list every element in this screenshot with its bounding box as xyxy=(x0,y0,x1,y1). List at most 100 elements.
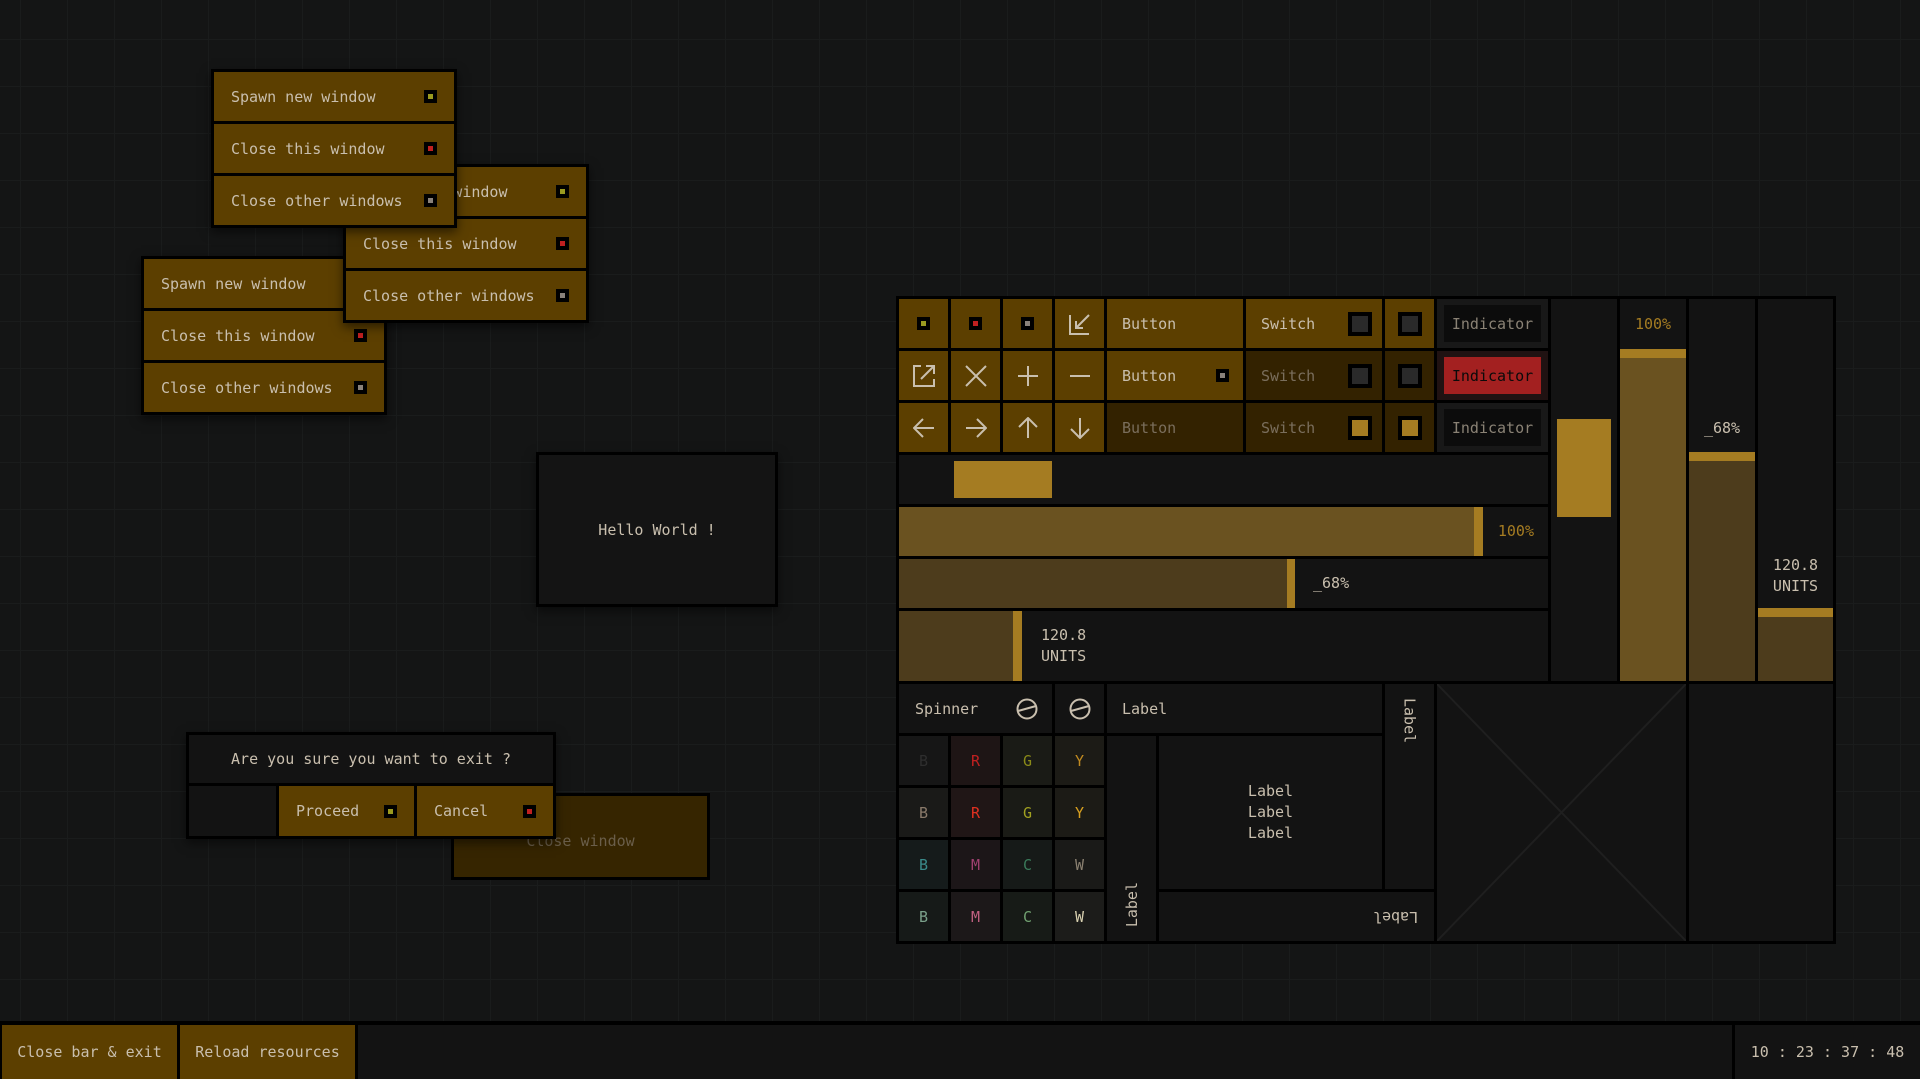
color-swatch-letter: B xyxy=(918,751,929,770)
progress-bar-units: 120.8 UNITS xyxy=(899,611,1548,681)
indicator-1: Indicator xyxy=(1437,299,1548,348)
color-swatch: W xyxy=(1055,892,1104,941)
vertical-slider[interactable] xyxy=(1551,299,1617,681)
color-swatch: C xyxy=(1003,840,1052,889)
progress-fill xyxy=(1758,608,1833,681)
status-dot-icon xyxy=(354,329,367,342)
switch-3-box xyxy=(1348,415,1372,440)
minus-button[interactable] xyxy=(1055,351,1104,400)
image-placeholder xyxy=(1437,684,1686,941)
checkbox-3-box xyxy=(1397,415,1422,440)
close-bar-button[interactable]: Close bar & exit xyxy=(2,1025,177,1079)
multi-label-cell: Label Label Label xyxy=(1159,736,1382,889)
placeholder-cross-icon xyxy=(1437,684,1686,941)
plus-button[interactable] xyxy=(1003,351,1052,400)
vertical-bar-68: _68% xyxy=(1689,299,1755,681)
color-swatch-letter: Y xyxy=(1074,751,1085,770)
button-3-label: Button xyxy=(1122,418,1177,437)
color-swatch-letter: B xyxy=(918,803,929,822)
progress-value: 120.8 UNITS xyxy=(1758,555,1833,597)
status-dot-icon xyxy=(556,185,569,198)
slider-thumb[interactable] xyxy=(1557,419,1611,518)
checkbox-3[interactable] xyxy=(1385,403,1434,452)
progress-fill xyxy=(1689,451,1755,681)
button-3[interactable]: Button xyxy=(1107,403,1243,452)
indicator-red-icon xyxy=(969,317,982,330)
progress-value: 120.8 UNITS xyxy=(1041,625,1086,667)
button-2[interactable]: Button xyxy=(1107,351,1243,400)
progress-unit: UNITS xyxy=(1041,647,1087,665)
color-swatch-letter: R xyxy=(970,751,981,770)
switch-3[interactable]: Switch xyxy=(1246,403,1382,452)
menu-item[interactable]: Spawn new window xyxy=(214,72,454,121)
arrow-right-button[interactable] xyxy=(951,403,1000,452)
checkbox-1[interactable] xyxy=(1385,299,1434,348)
indicator-2: Indicator xyxy=(1437,351,1548,400)
dialog-message-text: Are you sure you want to exit ? xyxy=(231,750,511,768)
progress-text: 100% xyxy=(1497,522,1534,540)
label-line: Label xyxy=(1247,803,1294,821)
color-swatch-letter: W xyxy=(1074,855,1085,874)
color-swatch-letter: W xyxy=(1074,907,1085,926)
vertical-bar-units: 120.8 UNITS xyxy=(1758,299,1833,681)
close-button[interactable] xyxy=(951,351,1000,400)
menu-item[interactable]: Close other windows xyxy=(214,176,454,225)
arrow-right-icon xyxy=(965,417,987,438)
progress-text: _68% xyxy=(1703,419,1741,437)
clock-text: 10 : 23 : 37 : 48 xyxy=(1750,1043,1905,1061)
dot-button-red[interactable] xyxy=(951,299,1000,348)
spinner: Spinner xyxy=(899,684,1052,733)
progress-unit: UNITS xyxy=(1772,577,1819,595)
arrow-in-button[interactable] xyxy=(1055,299,1104,348)
proceed-button[interactable]: Proceed xyxy=(279,786,414,836)
switch-1-box xyxy=(1348,311,1372,336)
switch-1[interactable]: Switch xyxy=(1246,299,1382,348)
label-text: Label xyxy=(1122,699,1168,718)
menu-item-label: Close other windows xyxy=(231,191,403,210)
color-swatch: W xyxy=(1055,840,1104,889)
color-swatch: C xyxy=(1003,892,1052,941)
color-swatch-letter: R xyxy=(970,803,981,822)
proceed-label: Proceed xyxy=(296,802,360,820)
indicator-2-label: Indicator xyxy=(1444,357,1541,394)
switch-2[interactable]: Switch xyxy=(1246,351,1382,400)
menu-item[interactable]: Close other windows xyxy=(346,271,586,320)
flipped-label-text: Label xyxy=(1372,907,1418,926)
color-swatch: B xyxy=(899,736,948,785)
arrow-up-button[interactable] xyxy=(1003,403,1052,452)
flipped-label-cell: Label xyxy=(1159,892,1434,941)
external-link-button[interactable] xyxy=(899,351,948,400)
color-swatch: M xyxy=(951,892,1000,941)
color-swatch-letter: C xyxy=(1022,907,1033,926)
button-1-label: Button xyxy=(1122,314,1177,333)
color-swatch: M xyxy=(951,840,1000,889)
arrow-down-button[interactable] xyxy=(1055,403,1104,452)
menu-item-label: Close other windows xyxy=(161,378,333,397)
vertical-label-text: Label xyxy=(1400,698,1419,744)
spinner-icon xyxy=(1016,698,1038,719)
horizontal-slider[interactable] xyxy=(899,455,1548,504)
vertical-label-cell-up: Label xyxy=(1107,736,1156,941)
switch-2-label: Switch xyxy=(1261,366,1316,385)
spinner-small xyxy=(1055,684,1104,733)
menu-item[interactable]: Close this window xyxy=(214,124,454,173)
button-1[interactable]: Button xyxy=(1107,299,1243,348)
color-swatch-letter: M xyxy=(970,907,981,926)
dot-button-olive[interactable] xyxy=(899,299,948,348)
status-dot-icon xyxy=(424,142,437,155)
color-swatch-letter: C xyxy=(1022,855,1033,874)
progress-fill xyxy=(899,611,1023,681)
reload-resources-button[interactable]: Reload resources xyxy=(180,1025,355,1079)
indicator-3: Indicator xyxy=(1437,403,1548,452)
cancel-button[interactable]: Cancel xyxy=(417,786,553,836)
dot-button-gray[interactable] xyxy=(1003,299,1052,348)
arrow-left-button[interactable] xyxy=(899,403,948,452)
slider-thumb[interactable] xyxy=(953,461,1052,498)
progress-text: 100% xyxy=(1634,315,1672,333)
external-link-icon xyxy=(912,364,935,387)
progress-fill xyxy=(899,559,1295,608)
menu-item[interactable]: Close other windows xyxy=(144,363,384,412)
checkbox-2[interactable] xyxy=(1385,351,1434,400)
color-swatch: G xyxy=(1003,736,1052,785)
menu-item-label: Close other windows xyxy=(363,286,535,305)
